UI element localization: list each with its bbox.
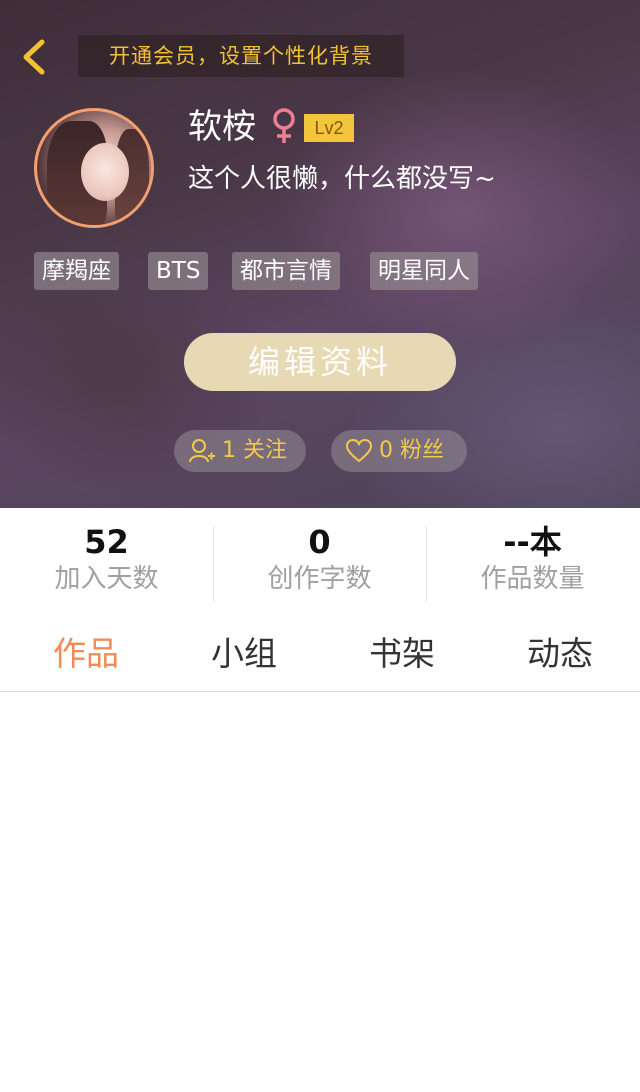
tab-content-area [0,693,640,1092]
tab-activity[interactable]: 动态 [510,616,610,692]
tag-item[interactable]: 摩羯座 [34,252,119,290]
fans-button[interactable]: 0 粉丝 [331,430,467,472]
stat-label: 作品数量 [480,564,585,594]
tab-bar: 作品 小组 书架 动态 [0,616,640,692]
tab-works[interactable]: 作品 [36,616,136,692]
profile-header: 开通会员，设置个性化背景 软桉 Lv2 这个人很懒，什么都没写~ 摩羯座 BTS… [0,0,640,508]
tag-item[interactable]: BTS [148,252,209,290]
tag-item[interactable]: 都市言情 [232,252,340,290]
following-count: 1 关注 [222,438,287,463]
stat-label: 创作字数 [267,564,372,594]
tag-item[interactable]: 明星同人 [370,252,478,290]
username: 软桉 [188,107,256,147]
bio-text: 这个人很懒，什么都没写~ [188,164,496,194]
female-icon [273,108,295,143]
stat-days-joined: 52 加入天数 [0,522,213,596]
avatar[interactable] [34,108,154,228]
stat-value: 52 [84,523,129,561]
user-add-icon [189,439,215,463]
stats-bar: 52 加入天数 0 创作字数 --本 作品数量 [0,508,640,612]
fans-count: 0 粉丝 [379,438,444,463]
vip-banner-link[interactable]: 开通会员，设置个性化背景 [78,35,404,77]
stat-value: 0 [308,523,331,561]
tab-bookshelf[interactable]: 书架 [352,616,452,692]
tab-groups[interactable]: 小组 [194,616,294,692]
heart-icon [345,438,373,463]
stat-word-count: 0 创作字数 [213,522,426,596]
chevron-left-icon[interactable] [16,36,56,78]
stat-works-count: --本 作品数量 [426,522,639,596]
following-button[interactable]: 1 关注 [174,430,306,472]
stat-label: 加入天数 [54,564,159,594]
level-badge: Lv2 [304,114,354,142]
stat-value: --本 [503,523,562,561]
edit-profile-button[interactable]: 编辑资料 [184,333,456,391]
